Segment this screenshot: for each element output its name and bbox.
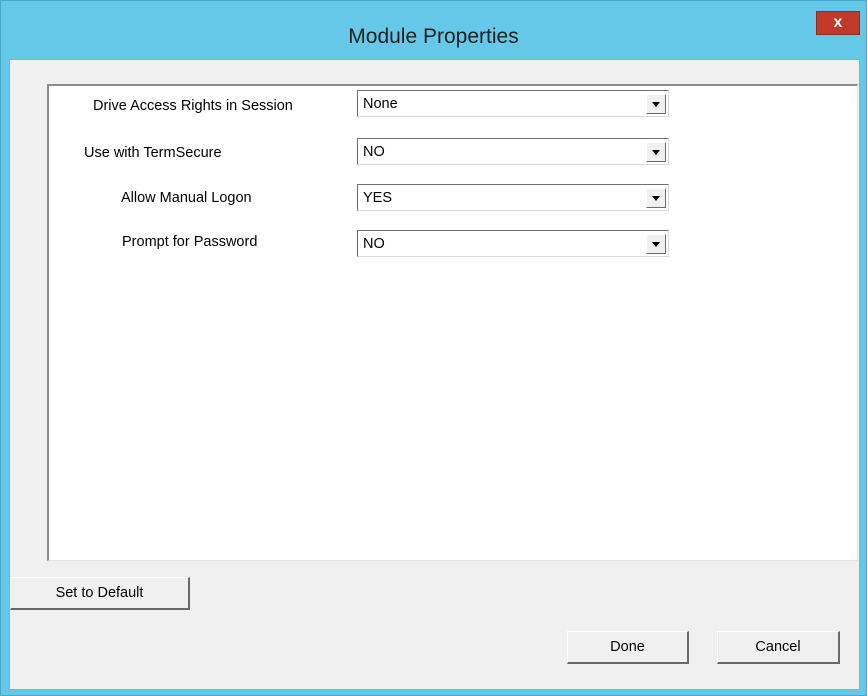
- property-label-manual-logon: Allow Manual Logon: [121, 190, 252, 206]
- prompt-password-value: NO: [363, 236, 385, 252]
- module-properties-dialog: Module Properties x Drive Access Rights …: [0, 0, 867, 696]
- window-title: Module Properties: [348, 25, 519, 48]
- dialog-client-area: Drive Access Rights in Session None Use …: [9, 59, 860, 690]
- drive-access-value: None: [363, 96, 398, 112]
- set-to-default-button[interactable]: Set to Default: [10, 577, 190, 610]
- termsecure-value: NO: [363, 144, 385, 160]
- chevron-down-icon[interactable]: [646, 94, 666, 114]
- cancel-button[interactable]: Cancel: [717, 631, 840, 664]
- properties-panel: Drive Access Rights in Session None Use …: [47, 84, 858, 561]
- chevron-down-icon[interactable]: [646, 142, 666, 162]
- termsecure-select[interactable]: NO: [357, 138, 669, 165]
- property-label-drive-access: Drive Access Rights in Session: [93, 98, 293, 114]
- chevron-down-icon[interactable]: [646, 234, 666, 254]
- property-label-prompt-password: Prompt for Password: [122, 234, 258, 250]
- title-bar[interactable]: Module Properties x: [1, 1, 866, 59]
- done-button[interactable]: Done: [567, 631, 689, 664]
- drive-access-select[interactable]: None: [357, 90, 669, 117]
- close-button[interactable]: x: [816, 11, 860, 35]
- property-label-termsecure: Use with TermSecure: [84, 145, 222, 161]
- manual-logon-select[interactable]: YES: [357, 184, 669, 211]
- prompt-password-select[interactable]: NO: [357, 230, 669, 257]
- chevron-down-icon[interactable]: [646, 188, 666, 208]
- manual-logon-value: YES: [363, 190, 393, 206]
